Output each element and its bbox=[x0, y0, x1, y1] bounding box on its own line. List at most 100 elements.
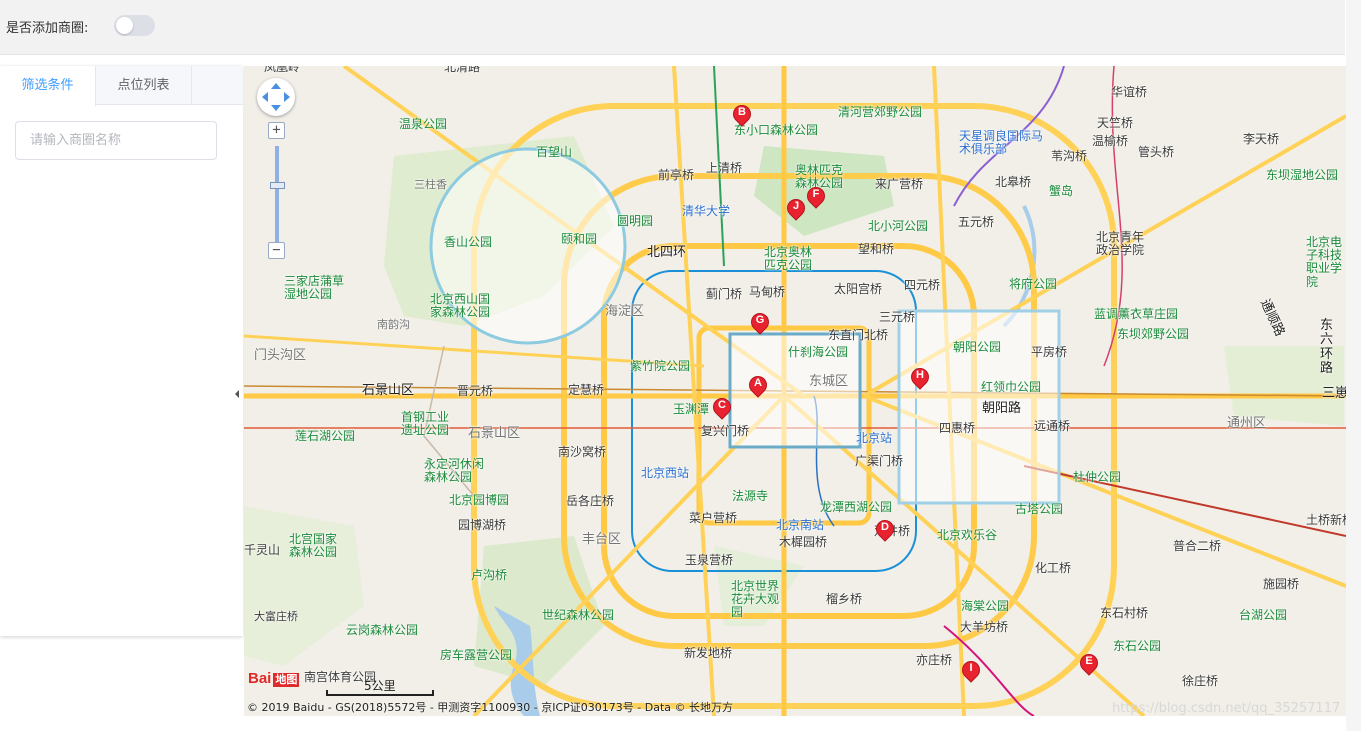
map-label: 太阳宫桥 bbox=[834, 282, 883, 296]
map-label: 云岗森林公园 bbox=[346, 623, 419, 637]
map-label: 三家店蒲草湿地公园 bbox=[284, 274, 345, 302]
map-label: 前亭桥 bbox=[658, 168, 695, 182]
map-label: 北宫国家森林公园 bbox=[289, 532, 338, 560]
map-label: 千灵山 bbox=[244, 543, 281, 557]
map-label: 上清桥 bbox=[706, 161, 743, 175]
map-label: 晋元桥 bbox=[457, 384, 494, 398]
map-label: 红领巾公园 bbox=[981, 380, 1042, 394]
map-marker-e[interactable]: E bbox=[1076, 650, 1102, 680]
map-label: 温泉公园 bbox=[399, 117, 448, 131]
zoom-slider-handle[interactable] bbox=[270, 182, 285, 189]
page-scrollbar[interactable] bbox=[1346, 0, 1361, 731]
add-district-switch[interactable] bbox=[114, 15, 155, 36]
map-label: 李天桥 bbox=[1243, 132, 1280, 146]
map-label: 卢沟桥 bbox=[471, 568, 508, 582]
map-label: 平房桥 bbox=[1031, 345, 1068, 359]
zoom-slider-track[interactable] bbox=[275, 146, 279, 246]
map-label: 复兴门桥 bbox=[701, 424, 750, 438]
map-label: 门头沟区 bbox=[254, 348, 307, 363]
map-label: 北京西站 bbox=[641, 466, 690, 480]
map-label: 北京欢乐谷 bbox=[937, 528, 998, 542]
map-marker-b[interactable]: B bbox=[729, 101, 755, 131]
map-label: 天星调良国际马术俱乐部 bbox=[959, 129, 1044, 157]
map-label: 木樨园桥 bbox=[779, 535, 828, 549]
map-label: 望和桥 bbox=[858, 242, 895, 256]
switch-knob bbox=[116, 17, 133, 34]
map-label: 朝阳公园 bbox=[953, 340, 1002, 354]
district-search-input[interactable] bbox=[15, 121, 217, 160]
map-label: 苇沟桥 bbox=[1051, 149, 1088, 163]
pan-arrows-icon bbox=[262, 83, 290, 111]
map-marker-g[interactable]: G bbox=[747, 309, 773, 339]
map-label: 海棠公园 bbox=[961, 599, 1010, 613]
map-label: 蟹岛 bbox=[1049, 184, 1074, 198]
map-label: 朝阳路 bbox=[982, 401, 1022, 416]
map-label: 龙潭西湖公园 bbox=[820, 500, 893, 514]
map-label: 广渠门桥 bbox=[855, 454, 904, 468]
collapse-panel-icon[interactable] bbox=[233, 387, 241, 401]
map-label: 凤凰岭 bbox=[264, 66, 301, 74]
map-label: 圆明园 bbox=[617, 214, 654, 228]
map-label: 榴乡桥 bbox=[826, 592, 863, 606]
map-marker-f[interactable]: F bbox=[803, 183, 829, 213]
map-label: 法源寺 bbox=[732, 489, 769, 503]
map-label: 菜户营桥 bbox=[689, 511, 738, 525]
map-label: 温榆桥 bbox=[1092, 134, 1129, 148]
map-label: 东石公园 bbox=[1113, 639, 1162, 653]
map-marker-i[interactable]: I bbox=[958, 657, 984, 687]
map-label: 蓝调薰衣草庄园 bbox=[1094, 307, 1179, 321]
map-label: 北京青年政治学院 bbox=[1096, 230, 1145, 258]
map-marker-a[interactable]: A bbox=[745, 372, 771, 402]
map-label: 东坝湿地公园 bbox=[1266, 168, 1339, 182]
map-label: 来广营桥 bbox=[875, 177, 924, 191]
map-label: 天竺桥 bbox=[1097, 116, 1134, 130]
map-pan-control[interactable] bbox=[257, 78, 295, 116]
map-marker-h[interactable]: H bbox=[907, 364, 933, 394]
map-label: 北四环 bbox=[647, 245, 687, 260]
map-label: 颐和园 bbox=[561, 232, 598, 246]
map-label: 三柱香 bbox=[414, 178, 447, 191]
map-marker-d[interactable]: D bbox=[872, 516, 898, 546]
tab-point-list[interactable]: 点位列表 bbox=[96, 66, 192, 105]
map-label: 徐庄桥 bbox=[1182, 674, 1219, 688]
map-label: 世纪森林公园 bbox=[542, 608, 615, 622]
map-scale-bar bbox=[326, 690, 434, 696]
map-label: 南韵沟 bbox=[377, 318, 410, 331]
map-label: 马甸桥 bbox=[749, 285, 786, 299]
map-label: 百望山 bbox=[536, 145, 573, 159]
map-label: 亦庄桥 bbox=[916, 653, 953, 667]
baidu-map-logo: Bai 地图 bbox=[248, 670, 300, 687]
map-label: 北清路 bbox=[444, 66, 481, 74]
map-label: 华谊桥 bbox=[1111, 85, 1148, 99]
map-label: 管头桥 bbox=[1138, 145, 1175, 159]
map-label: 三崽 bbox=[1322, 386, 1346, 401]
map-label: 南沙窝桥 bbox=[558, 445, 607, 459]
map-label: 石景山区 bbox=[468, 426, 521, 441]
map-label: 清河营郊野公园 bbox=[838, 105, 923, 119]
map-label: 东坝郊野公园 bbox=[1117, 327, 1190, 341]
map-label: 北京园博园 bbox=[449, 493, 510, 507]
map-label: 五元桥 bbox=[958, 215, 995, 229]
map-label: 岳各庄桥 bbox=[566, 494, 615, 508]
map-label: 通州区 bbox=[1227, 416, 1267, 431]
map-label: 蓟门桥 bbox=[706, 287, 743, 301]
map-label: 紫竹院公园 bbox=[630, 359, 691, 373]
map-label: 玉渊潭 bbox=[673, 402, 710, 416]
tab-filter[interactable]: 筛选条件 bbox=[0, 66, 96, 106]
map-label: 四惠桥 bbox=[939, 421, 976, 435]
map-label: 普合二桥 bbox=[1173, 539, 1222, 553]
zoom-in-button[interactable]: + bbox=[268, 122, 285, 139]
map-label: 海淀区 bbox=[605, 304, 645, 319]
map-label: 四元桥 bbox=[904, 278, 941, 292]
map-marker-j[interactable]: J bbox=[783, 195, 809, 225]
map-copyright: © 2019 Baidu - GS(2018)5572号 - 甲测资字11009… bbox=[247, 701, 734, 714]
watermark-text: https://blog.csdn.net/qq_35257117 bbox=[1112, 701, 1341, 716]
add-district-label: 是否添加商圈: bbox=[6, 21, 89, 36]
map-canvas[interactable]: 凤凰岭 北清路 温泉公园 百望山 东小口森林公园 清河营郊野公园 华谊桥 天竺桥… bbox=[244, 66, 1346, 716]
zoom-out-button[interactable]: − bbox=[268, 242, 285, 259]
map-label: 大羊坊桥 bbox=[960, 620, 1009, 634]
map-label: 北皋桥 bbox=[995, 175, 1032, 189]
map-marker-c[interactable]: C bbox=[709, 394, 735, 424]
map-label: 清华大学 bbox=[682, 204, 731, 218]
map-label: 东六环路 bbox=[1320, 318, 1334, 376]
